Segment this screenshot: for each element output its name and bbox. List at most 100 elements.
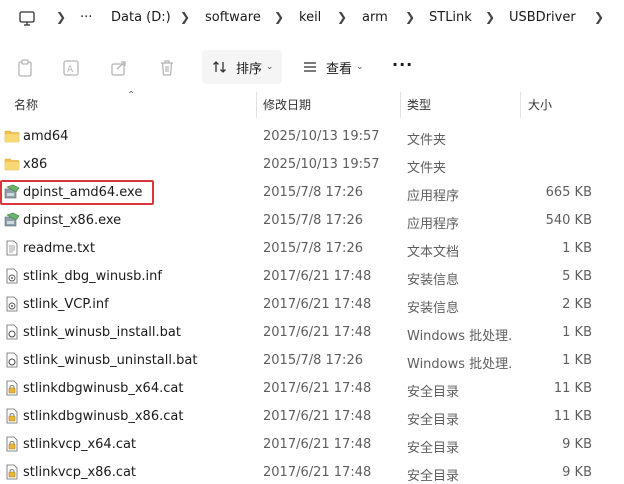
file-type: 安全目录: [407, 385, 460, 400]
breadcrumb-item-usbdriver[interactable]: USBDriver: [509, 10, 576, 25]
file-name: readme.txt: [23, 241, 95, 256]
column-size-header[interactable]: 大小: [528, 96, 552, 113]
rename-icon[interactable]: A: [61, 58, 81, 78]
sort-label: 排序: [236, 61, 263, 77]
file-size: 1 KB: [562, 353, 592, 368]
breadcrumb-separator-icon[interactable]: ❯: [594, 10, 604, 24]
address-bar[interactable]: ❯ ··· Data (D:) ❯ software ❯ keil ❯ arm …: [0, 0, 624, 38]
security-catalog-icon: [4, 408, 20, 424]
file-size: 11 KB: [553, 409, 592, 424]
share-icon[interactable]: [109, 58, 129, 78]
file-type: 安装信息: [407, 301, 460, 316]
delete-icon[interactable]: [157, 58, 177, 78]
file-date: 2025/10/13 19:57: [263, 129, 380, 144]
breadcrumb-separator-icon[interactable]: ❯: [337, 10, 347, 24]
breadcrumb-item-software[interactable]: software: [205, 10, 261, 25]
column-divider[interactable]: [256, 92, 257, 118]
file-row[interactable]: stlink_winusb_install.bat 2017/6/21 17:48…: [0, 318, 624, 346]
file-row[interactable]: stlinkvcp_x64.cat 2017/6/21 17:48 安全目录 9 KB: [0, 430, 624, 458]
file-row[interactable]: stlink_VCP.inf 2017/6/21 17:48 安装信息 2 KB: [0, 290, 624, 318]
file-name: stlink_winusb_uninstall.bat: [23, 353, 198, 368]
chevron-down-icon: ⌄: [356, 62, 364, 72]
view-list-icon: [304, 62, 316, 72]
column-divider[interactable]: [400, 92, 401, 118]
file-name: stlink_VCP.inf: [23, 297, 109, 312]
file-date: 2017/6/21 17:48: [263, 465, 372, 480]
file-row[interactable]: stlink_dbg_winusb.inf 2017/6/21 17:48 安装信息…: [0, 262, 624, 290]
file-name: stlinkvcp_x64.cat: [23, 437, 137, 452]
file-date: 2015/7/8 17:26: [263, 213, 363, 228]
file-name: stlinkdbgwinusb_x64.cat: [23, 381, 184, 396]
batch-file-icon: [4, 324, 20, 340]
file-type: 应用程序: [407, 217, 460, 232]
file-size: 665 KB: [545, 185, 592, 200]
file-row[interactable]: stlinkdbgwinusb_x86.cat 2017/6/21 17:48 安全…: [0, 402, 624, 430]
file-type: 安装信息: [407, 273, 460, 288]
file-name: stlinkdbgwinusb_x86.cat: [23, 409, 184, 424]
file-size: 5 KB: [562, 269, 592, 284]
column-type-header[interactable]: 类型: [407, 96, 431, 113]
security-catalog-icon: [4, 436, 20, 452]
file-list: amd64 2025/10/13 19:57 文件夹 x86 2025/10/13 1…: [0, 122, 624, 484]
command-bar: A 排序 ⌄ 查看 ⌄ ···: [0, 46, 624, 90]
breadcrumb-separator-icon[interactable]: ❯: [180, 10, 190, 24]
breadcrumb-separator-icon[interactable]: ❯: [485, 10, 495, 24]
file-size: 540 KB: [545, 213, 592, 228]
breadcrumb-item-arm[interactable]: arm: [362, 10, 388, 25]
breadcrumb-item-stlink[interactable]: STLink: [429, 10, 472, 25]
file-date: 2025/10/13 19:57: [263, 157, 380, 172]
svg-text:A: A: [67, 65, 74, 75]
file-size: 1 KB: [562, 325, 592, 340]
this-pc-icon[interactable]: [18, 10, 36, 28]
file-row[interactable]: dpinst_amd64.exe 2015/7/8 17:26 应用程序 665 KB: [0, 178, 624, 206]
breadcrumb-overflow[interactable]: ···: [80, 10, 92, 25]
more-options-button[interactable]: ···: [392, 57, 412, 76]
setup-info-icon: [4, 296, 20, 312]
file-row[interactable]: x86 2025/10/13 19:57 文件夹: [0, 150, 624, 178]
file-date: 2017/6/21 17:48: [263, 269, 372, 284]
file-type: 应用程序: [407, 189, 460, 204]
file-date: 2017/6/21 17:48: [263, 381, 372, 396]
file-type: 安全目录: [407, 469, 460, 484]
chevron-down-icon: ⌄: [266, 62, 274, 72]
file-size: 11 KB: [553, 381, 592, 396]
column-divider[interactable]: [520, 92, 521, 118]
sort-icon: [213, 61, 226, 73]
sort-button[interactable]: 排序 ⌄: [202, 50, 282, 84]
batch-file-icon: [4, 352, 20, 368]
breadcrumb-item-data-d[interactable]: Data (D:): [111, 10, 171, 25]
column-modified-header[interactable]: 修改日期: [263, 96, 311, 113]
file-type: 文件夹: [407, 133, 447, 148]
file-row[interactable]: readme.txt 2015/7/8 17:26 文本文档 1 KB: [0, 234, 624, 262]
file-date: 2017/6/21 17:48: [263, 325, 372, 340]
view-label: 查看: [326, 61, 353, 77]
breadcrumb-item-keil[interactable]: keil: [299, 10, 321, 25]
breadcrumb-separator-icon[interactable]: ❯: [405, 10, 415, 24]
breadcrumb-separator-icon[interactable]: ❯: [274, 10, 284, 24]
column-name-header[interactable]: 名称: [14, 96, 38, 113]
file-date: 2015/7/8 17:26: [263, 185, 363, 200]
file-name: stlinkvcp_x86.cat: [23, 465, 137, 480]
paste-icon[interactable]: [15, 58, 35, 78]
file-type: 文件夹: [407, 161, 447, 176]
file-type: Windows 批处理...: [407, 329, 511, 344]
file-row[interactable]: stlinkvcp_x86.cat 2017/6/21 17:48 安全目录 9 KB: [0, 458, 624, 484]
folder-icon: [4, 128, 20, 144]
breadcrumb-separator-icon[interactable]: ❯: [56, 10, 66, 24]
file-row[interactable]: stlinkdbgwinusb_x64.cat 2017/6/21 17:48 安全…: [0, 374, 624, 402]
file-row[interactable]: dpinst_x86.exe 2015/7/8 17:26 应用程序 540 KB: [0, 206, 624, 234]
column-header: ⌃ 名称 修改日期 类型 大小: [0, 90, 624, 120]
file-row[interactable]: amd64 2025/10/13 19:57 文件夹: [0, 122, 624, 150]
file-size: 9 KB: [562, 465, 592, 480]
text-file-icon: [4, 240, 20, 256]
security-catalog-icon: [4, 464, 20, 480]
view-button[interactable]: 查看 ⌄: [292, 50, 366, 84]
sort-ascending-icon: ⌃: [127, 90, 136, 101]
file-date: 2015/7/8 17:26: [263, 353, 363, 368]
file-row[interactable]: stlink_winusb_uninstall.bat 2015/7/8 17:2…: [0, 346, 624, 374]
file-type: Windows 批处理...: [407, 357, 511, 372]
file-name: dpinst_x86.exe: [23, 213, 122, 228]
file-date: 2017/6/21 17:48: [263, 409, 372, 424]
file-type: 文本文档: [407, 245, 460, 260]
file-date: 2017/6/21 17:48: [263, 437, 372, 452]
